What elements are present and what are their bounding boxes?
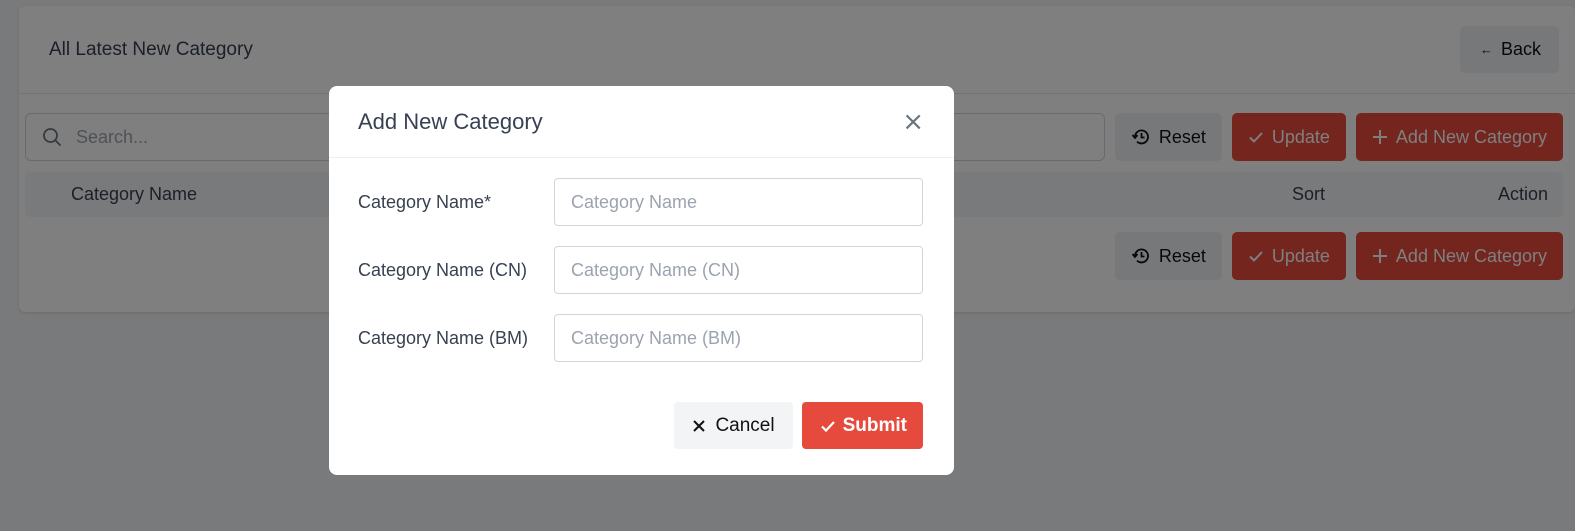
category-name-label: Category Name*	[358, 191, 492, 212]
category-name-cn-input[interactable]	[554, 246, 923, 294]
close-icon: ×	[902, 106, 924, 137]
add-category-modal: Add New Category × Category Name* Catego…	[329, 86, 954, 475]
form-row-category-name-cn: Category Name (CN)	[358, 246, 923, 294]
category-name-cn-label: Category Name (CN)	[358, 259, 528, 280]
close-icon	[692, 419, 706, 433]
submit-label: Submit	[842, 414, 907, 436]
modal-title: Add New Category	[358, 108, 543, 134]
modal-header: Add New Category ×	[329, 86, 954, 158]
category-name-bm-input[interactable]	[554, 314, 923, 362]
category-name-bm-label: Category Name (BM)	[358, 327, 529, 348]
check-icon	[820, 418, 836, 434]
modal-footer: Cancel Submit	[674, 402, 923, 449]
cancel-button[interactable]: Cancel	[674, 402, 793, 449]
category-name-input[interactable]	[554, 178, 923, 226]
close-button[interactable]: ×	[902, 109, 924, 135]
form-row-category-name-bm: Category Name (BM)	[358, 314, 923, 362]
cancel-label: Cancel	[715, 414, 775, 436]
form-row-category-name: Category Name*	[358, 178, 923, 226]
submit-button[interactable]: Submit	[801, 402, 923, 449]
